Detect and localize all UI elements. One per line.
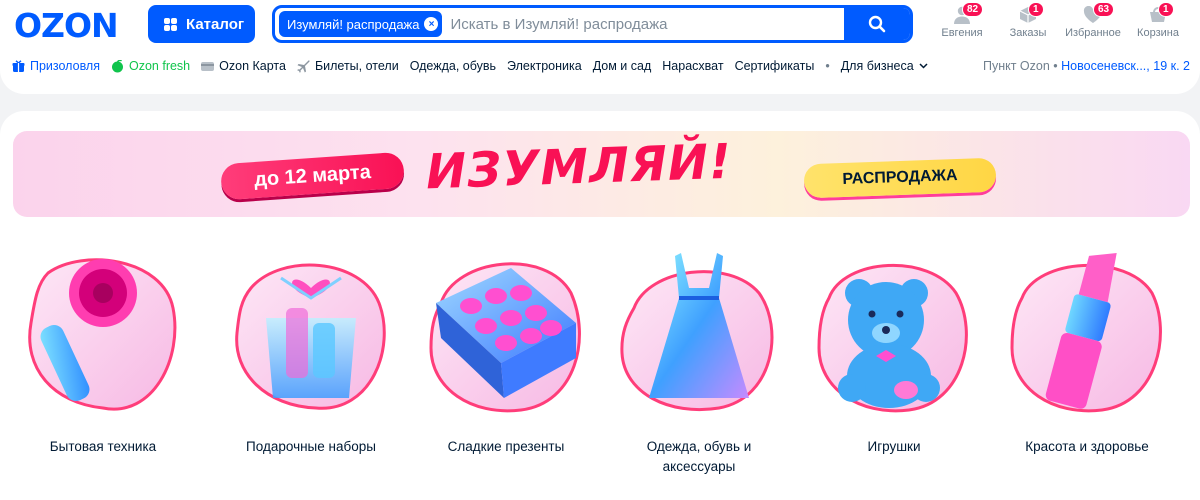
nav-item-label: Нарасхват xyxy=(662,59,724,73)
candy-box-icon xyxy=(429,262,581,413)
profile-label: Евгения xyxy=(941,27,983,39)
nav-item-ozon-fresh[interactable]: Ozon fresh xyxy=(111,59,190,73)
category-gift-sets[interactable]: Подарочные наборы xyxy=(231,248,391,457)
category-label: Игрушки xyxy=(867,439,921,454)
nav-item-home-garden[interactable]: Дом и сад xyxy=(593,59,652,73)
search-filter-chip[interactable]: Изумляй! распродажа × xyxy=(279,11,443,37)
nav-item-clothes[interactable]: Одежда, обувь xyxy=(410,59,496,73)
category-toys[interactable]: Игрушки xyxy=(814,248,974,457)
nav-item-trending[interactable]: Нарасхват xyxy=(662,59,723,73)
nav-item-certificates[interactable]: Сертификаты xyxy=(735,59,815,73)
gift-set-icon xyxy=(235,263,386,410)
orders-label: Заказы xyxy=(1009,27,1047,39)
pickup-label: Пункт Ozon xyxy=(982,59,1050,73)
profile-badge: 82 xyxy=(962,2,984,17)
pickup-address-suffix: , 19 к. 2 xyxy=(1146,59,1190,73)
plane-icon xyxy=(297,59,310,73)
nav-separator: • xyxy=(825,59,830,73)
search-icon xyxy=(868,15,886,33)
promo-banner[interactable]: до 12 марта ИЗУМЛЯЙ! РАСПРОДАЖА xyxy=(13,131,1190,217)
cart-label: Корзина xyxy=(1137,27,1179,39)
search-input[interactable] xyxy=(442,15,844,33)
nav-item-ozon-card[interactable]: Ozon Карта xyxy=(201,59,286,73)
nav-item-prizes[interactable]: Призоловля xyxy=(12,59,100,73)
header: OZON Каталог Изумляй! распродажа × 82 Ев… xyxy=(0,0,1200,94)
nav-item-label: Для бизнеса xyxy=(840,59,914,73)
profile-button[interactable]: 82 Евгения xyxy=(930,2,994,39)
pickup-separator: • xyxy=(1053,59,1058,73)
search-bar: Изумляй! распродажа × xyxy=(272,5,913,43)
pickup-address: Новосеневск... xyxy=(1061,59,1147,73)
card-icon xyxy=(201,61,215,71)
lipstick-icon xyxy=(1010,252,1162,413)
orders-button[interactable]: 1 Заказы xyxy=(996,2,1060,39)
promo-date-pill: до 12 марта xyxy=(219,151,406,201)
chevron-down-icon xyxy=(919,63,928,69)
nav-item-tickets[interactable]: Билеты, отели xyxy=(297,59,399,73)
category-label: Бытовая техника xyxy=(49,439,157,454)
leaf-icon xyxy=(112,59,123,72)
close-icon[interactable]: × xyxy=(424,17,439,31)
pickup-point[interactable]: Пункт Ozon • Новосеневск..., 19 к. 2 xyxy=(983,59,1190,73)
category-label: Сладкие презенты xyxy=(447,439,565,454)
main-content: до 12 марта ИЗУМЛЯЙ! РАСПРОДАЖА Бытовая … xyxy=(0,111,1200,500)
orders-badge: 1 xyxy=(1028,2,1044,17)
nav-item-label: Ozon Карта xyxy=(219,59,286,73)
category-clothes[interactable]: Одежда, обувь и аксессуары xyxy=(619,248,779,477)
hairdryer-icon xyxy=(28,258,177,411)
category-beauty[interactable]: Красота и здоровье xyxy=(1007,248,1167,457)
ozon-logo[interactable]: OZON xyxy=(14,6,119,45)
promo-title: ИЗУМЛЯЙ! xyxy=(425,133,733,201)
nav-item-label: Ozon fresh xyxy=(129,59,191,73)
cart-button[interactable]: 1 Корзина xyxy=(1126,2,1190,39)
nav-item-business[interactable]: Для бизнеса xyxy=(841,59,928,73)
top-nav: Призоловля Ozon fresh Ozon Карта Билеты,… xyxy=(12,59,939,73)
category-sweets[interactable]: Сладкие презенты xyxy=(426,248,586,457)
nav-item-label: Призоловля xyxy=(30,59,100,73)
teddy-bear-icon xyxy=(817,264,968,413)
favorites-label: Избранное xyxy=(1065,27,1121,39)
catalog-label: Каталог xyxy=(186,15,245,33)
search-filter-chip-label: Изумляй! распродажа xyxy=(287,16,420,32)
catalog-button[interactable]: Каталог xyxy=(148,5,255,43)
nav-item-label: Одежда, обувь xyxy=(409,59,497,73)
favorites-badge: 63 xyxy=(1093,2,1115,17)
nav-item-label: Дом и сад xyxy=(592,59,652,73)
favorites-button[interactable]: 63 Избранное xyxy=(1061,2,1125,39)
category-label: Одежда, обувь и аксессуары xyxy=(646,439,752,474)
category-label: Красота и здоровье xyxy=(1025,439,1149,454)
nav-item-electronics[interactable]: Электроника xyxy=(507,59,582,73)
nav-item-label: Билеты, отели xyxy=(314,59,399,73)
search-button[interactable] xyxy=(844,8,910,40)
category-label: Подарочные наборы xyxy=(246,439,376,454)
nav-item-label: Электроника xyxy=(507,59,582,73)
category-appliances[interactable]: Бытовая техника xyxy=(23,248,183,457)
promo-sale-pill: РАСПРОДАЖА xyxy=(803,157,997,199)
nav-item-label: Сертификаты xyxy=(734,59,815,73)
gift-icon xyxy=(12,59,25,72)
cart-badge: 1 xyxy=(1158,2,1174,17)
dress-icon xyxy=(620,253,774,411)
grid-icon xyxy=(164,17,177,31)
